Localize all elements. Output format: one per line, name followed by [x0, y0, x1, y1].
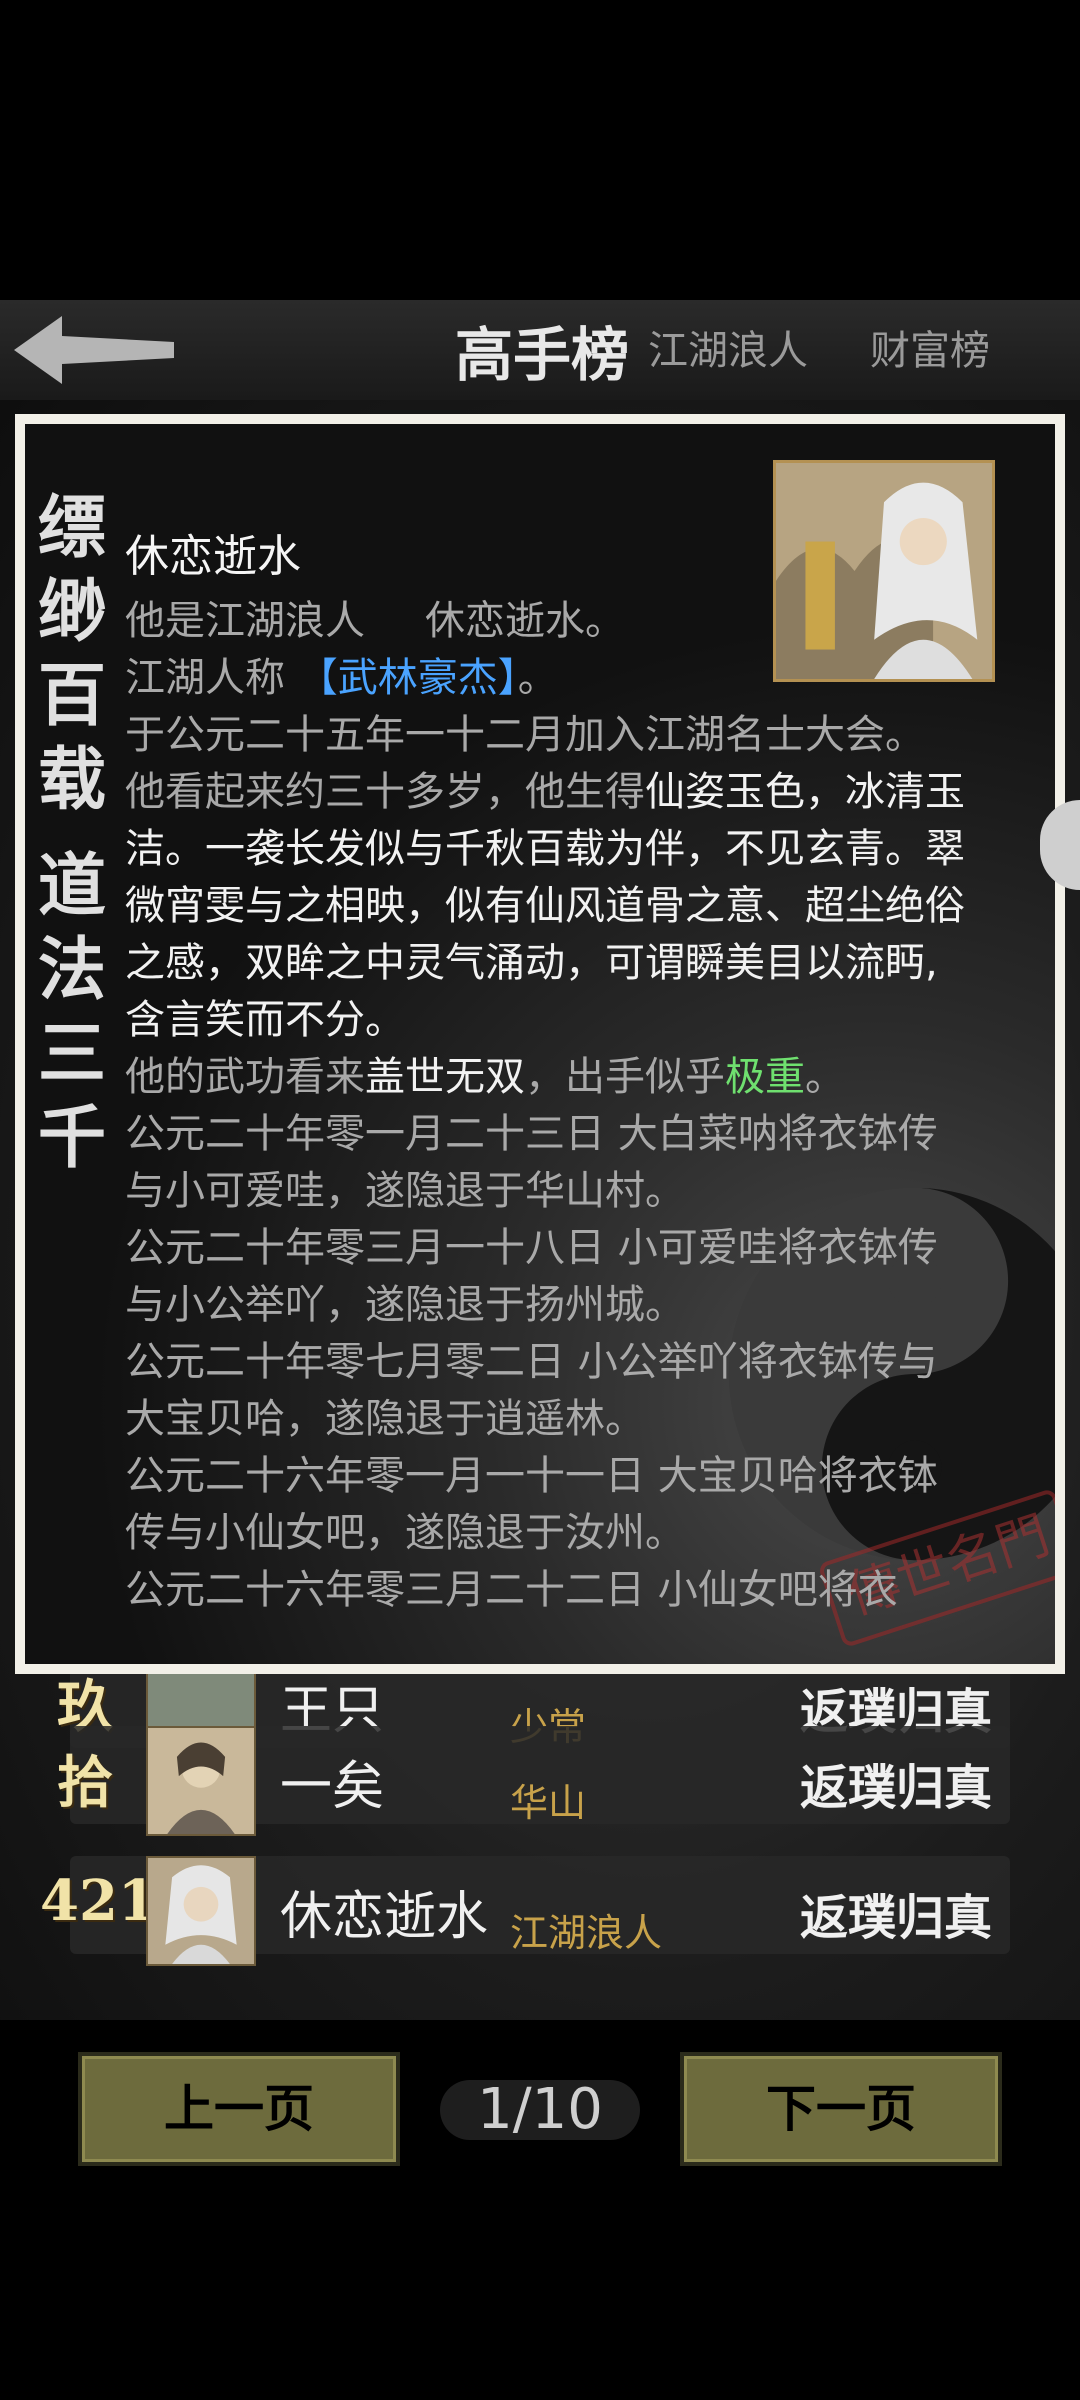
calligraphy-char: 三: [37, 1014, 106, 1094]
history-entry: 公元二十六年零一月一十一日 大宝贝哈将衣钵传与小仙女吧，遂隐退于汝州。: [125, 1453, 938, 1556]
avatar: [146, 1856, 256, 1966]
title-line: 江湖人称 【武林豪杰】。: [125, 655, 558, 701]
prev-page-button[interactable]: 上一页: [78, 2052, 400, 2166]
calligraphy-char: 缥: [37, 488, 106, 568]
player-level: 返璞归真: [799, 1890, 992, 1946]
character-detail-popup[interactable]: 傳世名門 缥 缈 百 载 道 法 三 千 休恋逝水 他是江湖浪人 休恋逝水。 江…: [15, 414, 1065, 1674]
player-name: 一矣: [280, 1757, 385, 1817]
calligraphy-banner: 缥 缈 百 载 道 法 三 千: [37, 486, 107, 1180]
next-page-button[interactable]: 下一页: [680, 2052, 1002, 2166]
calligraphy-char: 道: [37, 846, 106, 926]
honor-title: 【武林豪杰】: [297, 655, 518, 701]
tab-masters[interactable]: 高手榜: [455, 308, 629, 392]
rank-label: 拾: [57, 1750, 113, 1816]
identity-line: 他是江湖浪人 休恋逝水。: [125, 598, 625, 644]
avatar: [146, 1726, 256, 1836]
calligraphy-char: 千: [37, 1098, 106, 1178]
character-name: 休恋逝水: [125, 531, 301, 582]
calligraphy-char: 法: [37, 930, 106, 1010]
history-entry: 公元二十年零一月二十三日 大白菜呐将衣钵传与小可爱哇，遂隐退于华山村。: [125, 1111, 938, 1214]
kungfu-line: 他的武功看来盖世无双，出手似乎极重。: [125, 1054, 845, 1100]
tab-wealth[interactable]: 财富榜: [870, 318, 990, 376]
popup-content: 傳世名門 缥 缈 百 载 道 法 三 千 休恋逝水 他是江湖浪人 休恋逝水。 江…: [25, 424, 1055, 1664]
tab-wanderers[interactable]: 江湖浪人: [648, 318, 808, 376]
calligraphy-char: 百: [37, 656, 106, 736]
player-sect: 江湖浪人: [510, 1911, 663, 1955]
player-level: 返璞归真: [799, 1760, 992, 1816]
character-bio: 休恋逝水 他是江湖浪人 休恋逝水。 江湖人称 【武林豪杰】。 于公元二十五年一十二…: [125, 528, 965, 1619]
rank-label: 421: [40, 1868, 157, 1934]
player-sect: 华山: [510, 1781, 587, 1825]
page-indicator: 1/10: [440, 2080, 640, 2140]
top-nav-bar: 高手榜 江湖浪人 财富榜: [0, 300, 1080, 400]
appearance-text: 他看起来约三十多岁，他生得仙姿玉色，冰清玉洁。一袭长发似与千秋百载为伴，不见玄青…: [125, 769, 965, 1043]
left-arrow-icon[interactable]: [14, 312, 174, 388]
join-date-line: 于公元二十五年一十二月加入江湖名士大会。: [125, 712, 925, 758]
history-entry: 公元二十年零三月一十八日 小可爱哇将衣钵传与小公举吖，遂隐退于扬州城。: [125, 1225, 938, 1328]
calligraphy-char: 载: [37, 740, 106, 820]
history-entry: 公元二十六年零三月二十二日 小仙女吧将衣: [125, 1567, 898, 1613]
list-item[interactable]: 拾 一矣 华山 返璞归真: [57, 1726, 1010, 1836]
list-item[interactable]: 421 休恋逝水 江湖浪人 返璞归真: [40, 1856, 1010, 1966]
calligraphy-char: 缈: [37, 572, 106, 652]
player-name: 休恋逝水: [280, 1887, 489, 1947]
history-entry: 公元二十年零七月零二日 小公举吖将衣钵传与大宝贝哈，遂隐退于逍遥林。: [125, 1339, 938, 1442]
